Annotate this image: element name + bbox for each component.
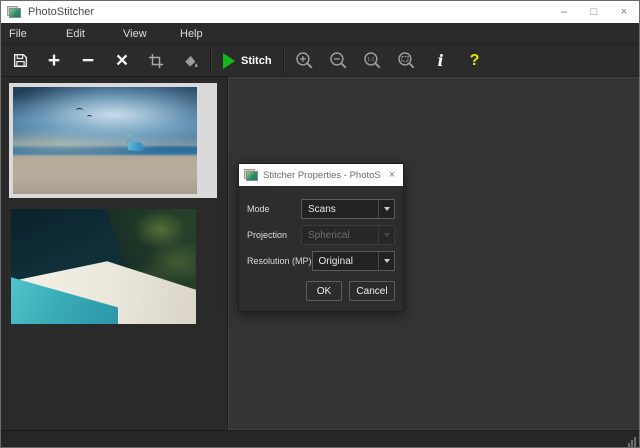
resolution-field-row: Resolution (MP) Original [247, 251, 395, 271]
delete-all-button[interactable]: × [105, 47, 139, 75]
menu-bar: File Edit View Help [1, 23, 639, 45]
zoom-actual-size-button[interactable]: 1:1 [356, 47, 390, 75]
resolution-select[interactable]: Original [312, 251, 395, 271]
chevron-down-icon [384, 233, 390, 237]
play-icon [223, 53, 235, 69]
zoom-fit-icon [397, 51, 416, 70]
resize-grip[interactable] [628, 437, 636, 447]
cancel-button[interactable]: Cancel [349, 281, 395, 301]
zoom-actual-label: 1:1 [367, 57, 374, 63]
app-icon [7, 6, 21, 18]
zoom-in-button[interactable] [288, 47, 322, 75]
ok-button[interactable]: OK [306, 281, 342, 301]
resolution-dropdown-arrow[interactable] [378, 252, 394, 270]
zoom-in-icon [295, 51, 314, 70]
save-icon [12, 52, 29, 69]
status-bar [1, 430, 639, 448]
fill-button[interactable] [173, 47, 207, 75]
menu-file[interactable]: File [9, 28, 66, 40]
mode-label: Mode [247, 204, 270, 214]
mode-field-row: Mode Scans [247, 199, 395, 219]
dialog-title-bar[interactable]: Stitcher Properties - PhotoStitc... × [239, 164, 403, 186]
title-bar: PhotoStitcher – □ × [1, 1, 639, 23]
toolbar: + − × Stitch [1, 45, 639, 77]
info-button[interactable]: i [424, 47, 458, 75]
plus-icon: + [48, 50, 60, 71]
stitcher-properties-dialog: Stitcher Properties - PhotoStitc... × Mo… [238, 163, 404, 312]
help-button[interactable]: ? [458, 47, 492, 75]
bird-mark [76, 108, 83, 113]
crop-button[interactable] [139, 47, 173, 75]
dialog-body: Mode Scans Projection Spherical [239, 186, 403, 311]
close-button[interactable]: × [609, 1, 639, 23]
projection-value: Spherical [302, 230, 378, 241]
resolution-value: Original [313, 256, 378, 267]
content-area: Stitcher Properties - PhotoStitc... × Mo… [1, 77, 639, 430]
thumbnail-tropical-beach[interactable] [11, 209, 196, 324]
woman-dress [128, 141, 146, 152]
minimize-button[interactable]: – [549, 1, 579, 23]
zoom-out-icon [329, 51, 348, 70]
toolbar-separator [283, 48, 285, 74]
x-icon: × [116, 50, 128, 71]
dialog-button-row: OK Cancel [247, 281, 395, 301]
projection-dropdown-arrow [378, 226, 394, 244]
toolbar-separator [210, 48, 212, 74]
projection-field-row: Projection Spherical [247, 225, 395, 245]
menu-help[interactable]: Help [180, 28, 237, 40]
paint-bucket-icon [182, 52, 199, 69]
resolution-label: Resolution (MP) [247, 256, 312, 266]
chevron-down-icon [384, 259, 390, 263]
add-image-button[interactable]: + [37, 47, 71, 75]
menu-edit[interactable]: Edit [66, 28, 123, 40]
stitch-label: Stitch [241, 55, 272, 67]
bird-mark [87, 115, 92, 120]
stitch-canvas: Stitcher Properties - PhotoStitc... × Mo… [228, 77, 639, 430]
chevron-down-icon [384, 207, 390, 211]
beach-with-woman-photo [13, 87, 197, 194]
window-title: PhotoStitcher [28, 6, 549, 18]
stitch-button[interactable]: Stitch [215, 47, 280, 75]
projection-select: Spherical [301, 225, 395, 245]
zoom-actual-size-icon: 1:1 [363, 51, 382, 70]
zoom-out-button[interactable] [322, 47, 356, 75]
mode-select[interactable]: Scans [301, 199, 395, 219]
mode-value: Scans [302, 204, 378, 215]
mode-dropdown-arrow[interactable] [378, 200, 394, 218]
menu-view[interactable]: View [123, 28, 180, 40]
image-list-panel [1, 77, 228, 430]
dialog-app-icon [244, 169, 258, 181]
minus-icon: − [82, 50, 94, 71]
photostitcher-window: PhotoStitcher – □ × File Edit View Help … [0, 0, 640, 448]
zoom-fit-button[interactable] [390, 47, 424, 75]
maximize-button[interactable]: □ [579, 1, 609, 23]
dialog-title: Stitcher Properties - PhotoStitc... [263, 170, 381, 181]
save-button[interactable] [3, 47, 37, 75]
remove-image-button[interactable]: − [71, 47, 105, 75]
crop-icon [148, 53, 164, 69]
help-icon: ? [470, 52, 480, 70]
dialog-close-button[interactable]: × [381, 164, 403, 186]
projection-label: Projection [247, 230, 287, 240]
thumbnail-beach-with-woman[interactable] [9, 83, 217, 198]
info-icon: i [438, 51, 444, 70]
window-controls: – □ × [549, 1, 639, 23]
